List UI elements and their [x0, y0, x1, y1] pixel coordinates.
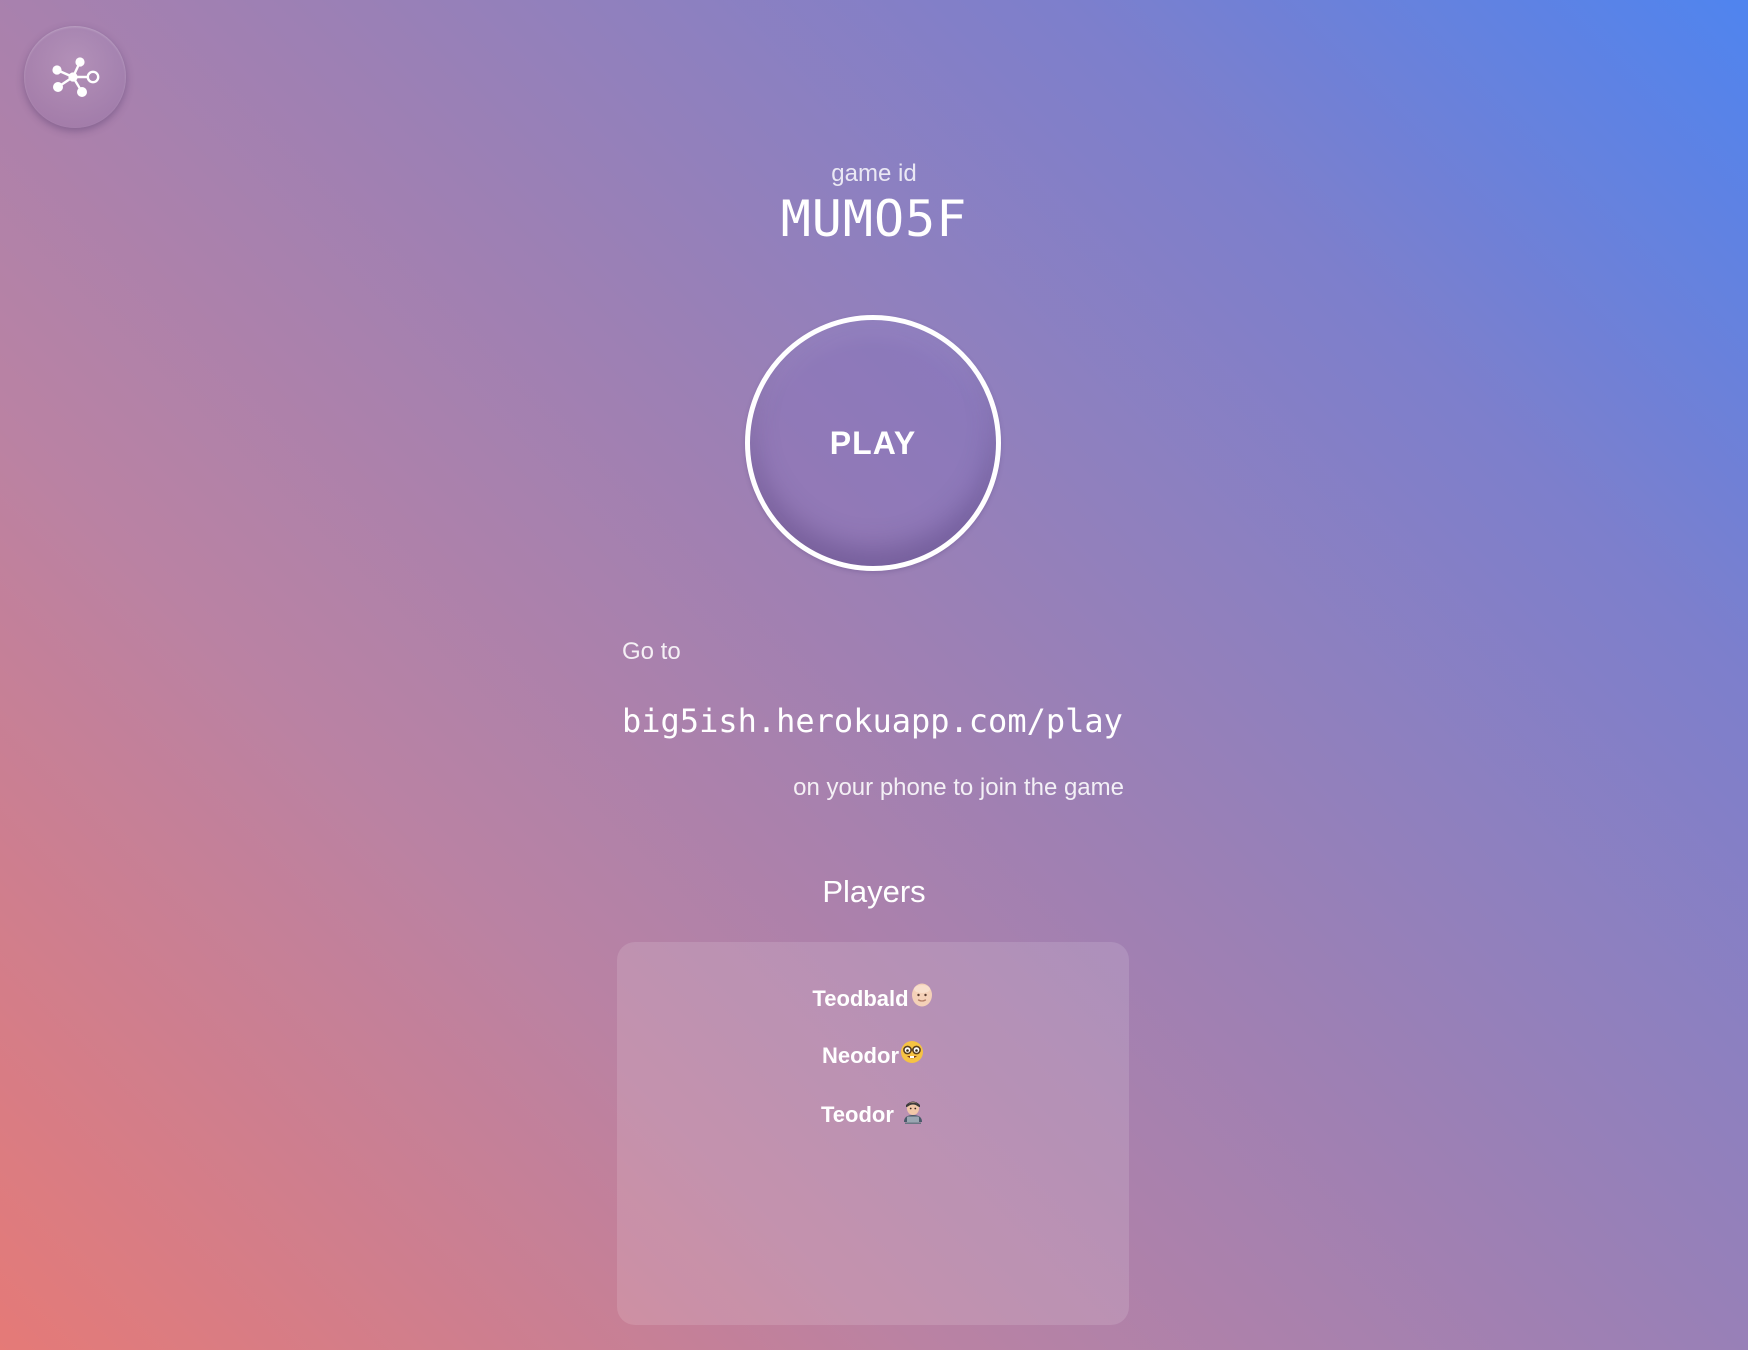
- play-button-label: PLAY: [829, 424, 917, 461]
- list-item: Teodbald: [617, 982, 1129, 1040]
- player-name: Teodbald: [812, 986, 909, 1011]
- technologist-emoji-icon: [901, 1098, 925, 1132]
- goto-label: Go to: [622, 638, 681, 665]
- join-url: big5ish.herokuapp.com/play: [622, 702, 1123, 740]
- share-button[interactable]: [24, 26, 126, 128]
- play-button[interactable]: PLAY: [745, 315, 1001, 571]
- game-id-label: game id: [831, 160, 917, 187]
- player-name: Teodor: [820, 1102, 894, 1127]
- bald-face-emoji-icon: [910, 982, 934, 1016]
- players-list: Teodbald Neodor Teodor: [617, 942, 1129, 1325]
- game-id-value: MUMO5F: [780, 190, 968, 248]
- list-item: Teodor: [617, 1098, 1129, 1156]
- nerd-face-emoji-icon: [900, 1040, 924, 1072]
- join-hint: on your phone to join the game: [793, 774, 1124, 801]
- players-title: Players: [822, 874, 926, 909]
- share-network-icon: [52, 57, 100, 97]
- player-name: Neodor: [822, 1043, 899, 1069]
- list-item: Neodor: [617, 1040, 1129, 1098]
- join-instructions: Go to big5ish.herokuapp.com/play on your…: [622, 638, 1124, 802]
